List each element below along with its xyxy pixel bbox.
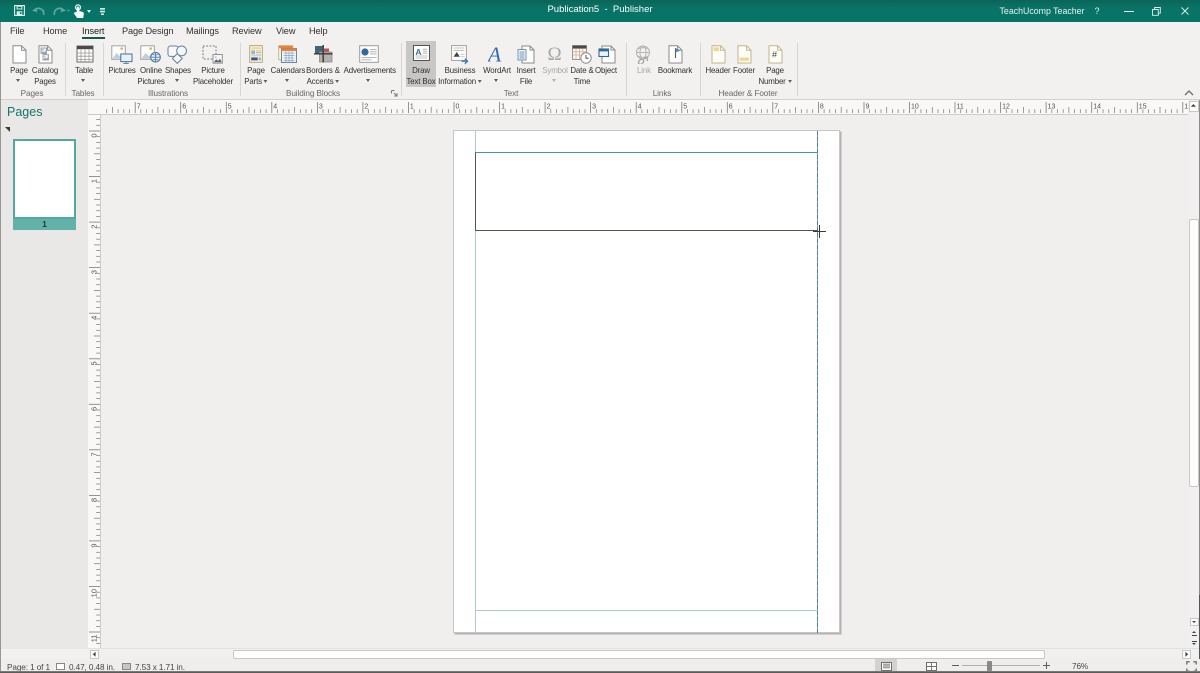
svg-text:4: 4 — [273, 104, 277, 111]
svg-text:A: A — [488, 44, 502, 64]
svg-text:2: 2 — [364, 104, 368, 111]
svg-text:6: 6 — [182, 104, 186, 111]
svg-text:11: 11 — [90, 635, 99, 643]
svg-text:11: 11 — [957, 104, 964, 111]
svg-text:9: 9 — [866, 104, 870, 111]
svg-text:1: 1 — [410, 104, 414, 111]
svg-text:3: 3 — [592, 104, 596, 111]
svg-text:5: 5 — [228, 104, 232, 111]
svg-text:5: 5 — [683, 104, 687, 111]
svg-text:A: A — [415, 46, 421, 56]
svg-text:7: 7 — [137, 104, 141, 111]
svg-text:8: 8 — [820, 104, 824, 111]
svg-text:10: 10 — [90, 589, 99, 597]
svg-text:4: 4 — [638, 104, 642, 111]
svg-text:3: 3 — [319, 104, 323, 111]
svg-text:Ω: Ω — [547, 44, 561, 63]
svg-text:2: 2 — [547, 104, 551, 111]
svg-text:1: 1 — [501, 104, 505, 111]
svg-text:7: 7 — [774, 104, 778, 111]
svg-text:5: 5 — [90, 361, 99, 365]
svg-text:6: 6 — [729, 104, 733, 111]
svg-text:0: 0 — [456, 104, 460, 111]
svg-text:#: # — [772, 49, 777, 59]
